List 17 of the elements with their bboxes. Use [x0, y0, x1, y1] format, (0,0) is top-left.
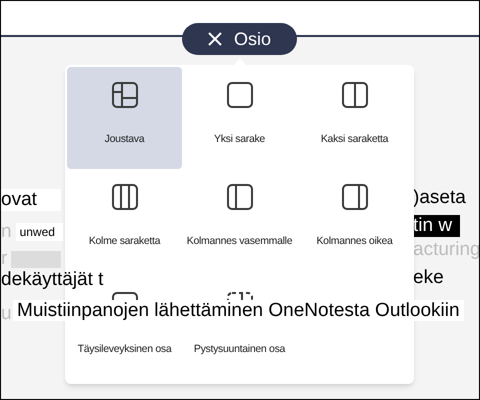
background-text: ovat [1, 189, 61, 211]
background-text: dekäyttäjät t [1, 270, 104, 289]
left-column-icon [226, 183, 254, 211]
background-text: )aseta [413, 187, 466, 209]
close-icon[interactable] [208, 32, 222, 46]
background-text: eke [413, 267, 444, 289]
caption-tooltip: Muistiinpanojen lähettäminen OneNotesta Outlookiin [13, 300, 464, 321]
two-columns-icon [340, 81, 368, 109]
grid-layout-icon [110, 81, 138, 109]
layout-option[interactable]: Joustava [67, 67, 182, 169]
right-column-icon [340, 183, 368, 211]
three-columns-icon [110, 183, 138, 211]
background-text: tin w [413, 215, 460, 237]
square-icon [226, 81, 254, 109]
placeholder-bar [11, 250, 62, 268]
background-text: unwed [16, 223, 63, 241]
section-pill[interactable]: Osio [182, 23, 297, 55]
